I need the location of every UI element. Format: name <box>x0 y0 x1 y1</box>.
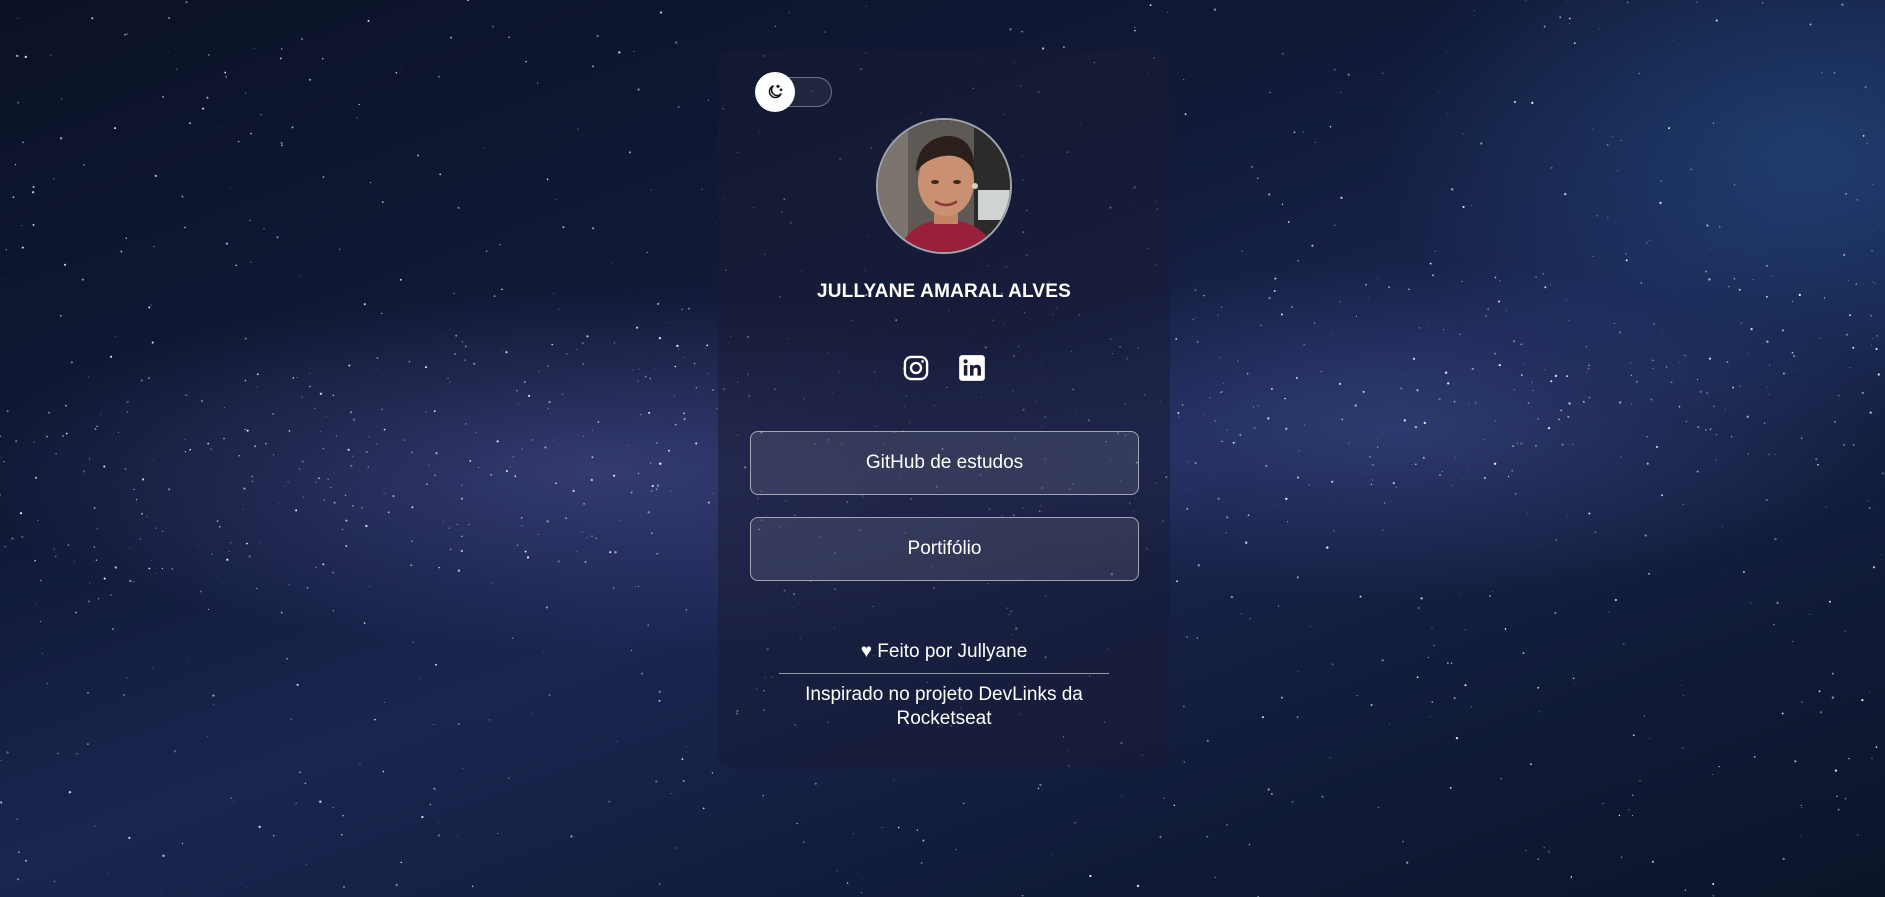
linkedin-link[interactable] <box>958 354 986 382</box>
linkedin-icon <box>959 355 985 381</box>
instagram-icon <box>903 355 929 381</box>
moon-icon <box>768 84 783 99</box>
avatar-photo <box>878 120 1010 252</box>
footer: ♥ Feito por Jullyane Inspirado no projet… <box>718 640 1170 731</box>
github-link-button[interactable]: GitHub de estudos <box>750 431 1139 495</box>
instagram-link[interactable] <box>902 354 930 382</box>
footer-divider <box>779 673 1109 674</box>
theme-toggle-knob[interactable] <box>755 72 795 112</box>
footer-made-by: ♥ Feito por Jullyane <box>860 641 1028 662</box>
footer-credit: Inspirado no projeto DevLinks da Rockets… <box>805 684 1083 729</box>
avatar <box>876 118 1012 254</box>
theme-toggle[interactable] <box>755 72 832 112</box>
social-links <box>718 354 1170 382</box>
profile-name: JULLYANE AMARAL ALVES <box>816 281 1072 302</box>
portfolio-link-button[interactable]: Portifólio <box>750 517 1139 581</box>
profile-card: JULLYANE AMARAL ALVES GitHub de estudos … <box>718 50 1170 769</box>
